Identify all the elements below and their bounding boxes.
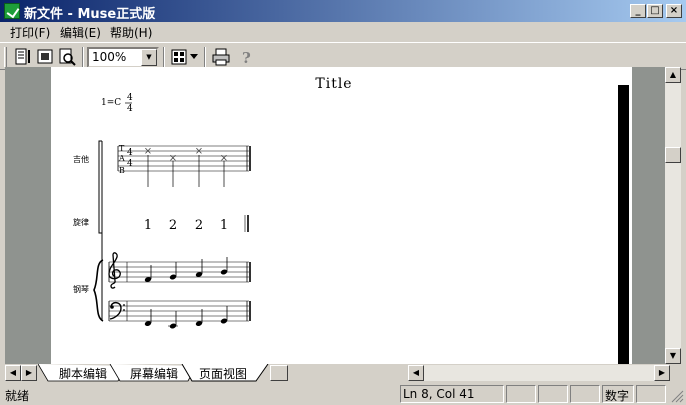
score-page[interactable]: Title 1=C 4 4 吉他 旋律 钢琴 T A B 4 4 × × × ×… [51,67,632,364]
format-icon[interactable] [12,46,34,68]
part-name-melody: 旋律 [73,217,89,227]
status-pane-empty [636,385,666,403]
toolbar-separator [204,47,206,67]
scroll-up-icon[interactable]: ▲ [665,67,681,83]
grid-dropdown-icon[interactable] [188,46,200,68]
maximize-button[interactable]: □ [647,4,663,18]
jianpu-note[interactable]: 2 [195,218,203,233]
close-button[interactable]: × [666,4,682,18]
part-name-piano: 钢琴 [73,284,89,294]
treble-notes[interactable] [144,257,228,283]
toolbar: 100% ▼ ? [0,42,686,70]
help-icon[interactable]: ? [236,46,258,68]
tab-notes: × × × × [144,146,228,187]
title-bar: 新文件 - Muse正式版 _ □ × [0,0,686,22]
document-workspace[interactable]: Title 1=C 4 4 吉他 旋律 钢琴 T A B 4 4 × × × ×… [5,67,665,364]
tab-clef-a: A [118,154,125,163]
window-title: 新文件 - Muse正式版 [24,7,156,22]
bass-staff [108,300,251,322]
tab-scroll-left-icon[interactable]: ◀ [5,365,21,381]
zoom-value: 100% [92,50,127,64]
key-signature: 1=C [101,98,121,108]
zoom-select[interactable]: 100% ▼ [87,47,159,68]
tab-clef-b: B [119,166,125,175]
print-icon[interactable] [210,46,232,68]
status-pane-empty [538,385,568,403]
status-pane-empty [506,385,536,403]
tab-page-view[interactable]: 页面视图 [195,364,251,381]
tab-time-top: 4 [127,148,133,158]
scroll-right-icon[interactable]: ▶ [654,365,670,381]
melody-end-barline [244,215,249,232]
time-signature-top: 4 [127,93,133,103]
resize-grip-icon[interactable] [670,389,684,403]
minimize-button[interactable]: _ [630,4,646,18]
menu-bar: 打印(F) 编辑(E) 帮助(H) [0,22,686,41]
jianpu-note[interactable]: 1 [220,218,228,233]
app-logo-icon [4,3,20,19]
tab-screen-edit[interactable]: 屏幕编辑 [126,364,182,381]
score-title[interactable]: Title [315,76,352,92]
jianpu-note[interactable]: 1 [144,218,152,233]
status-message: 就绪 [5,389,30,403]
svg-text:?: ? [242,49,251,66]
tab-script-edit[interactable]: 脚本编辑 [55,364,111,381]
scroll-left-icon[interactable]: ◀ [408,365,424,381]
grid-icon[interactable] [168,46,190,68]
status-bar: 就绪 Ln 8, Col 41 数字 [0,383,686,405]
tab-splitter[interactable] [270,365,288,381]
scroll-down-icon[interactable]: ▼ [665,348,681,364]
time-signature-bottom: 4 [127,104,133,114]
frame-icon[interactable] [34,46,56,68]
part-name-guitar: 吉他 [73,154,89,164]
tab-time-bottom: 4 [127,159,133,169]
system-brace [98,140,103,321]
treble-clef-icon [108,252,121,289]
tab-staff [117,145,251,172]
cursor-position: Ln 8, Col 41 [400,385,504,403]
vertical-scroll-thumb[interactable] [665,147,681,163]
menu-edit[interactable]: 编辑(E) [60,24,101,41]
status-pane-empty [570,385,600,403]
horizontal-scrollbar[interactable]: ◀ ▶ [408,365,670,381]
toolbar-separator [82,47,84,67]
vertical-scrollbar[interactable]: ▲ ▼ [665,67,681,364]
view-tab-bar: ◀ ▶ 脚本编辑 屏幕编辑 页面视图 ◀ ▶ [0,364,686,382]
page-edge [618,85,629,364]
menu-help[interactable]: 帮助(H) [110,24,152,41]
bass-notes[interactable] [144,306,228,329]
toolbar-grip[interactable] [4,47,7,67]
menu-print[interactable]: 打印(F) [10,24,50,41]
tab-clef-t: T [119,144,125,153]
preview-icon[interactable] [56,46,78,68]
chevron-down-icon[interactable]: ▼ [141,49,157,66]
treble-staff [108,261,251,283]
tab-scroll-right-icon[interactable]: ▶ [21,365,37,381]
toolbar-separator [163,47,165,67]
num-lock-indicator: 数字 [602,385,634,403]
jianpu-note[interactable]: 2 [169,218,177,233]
